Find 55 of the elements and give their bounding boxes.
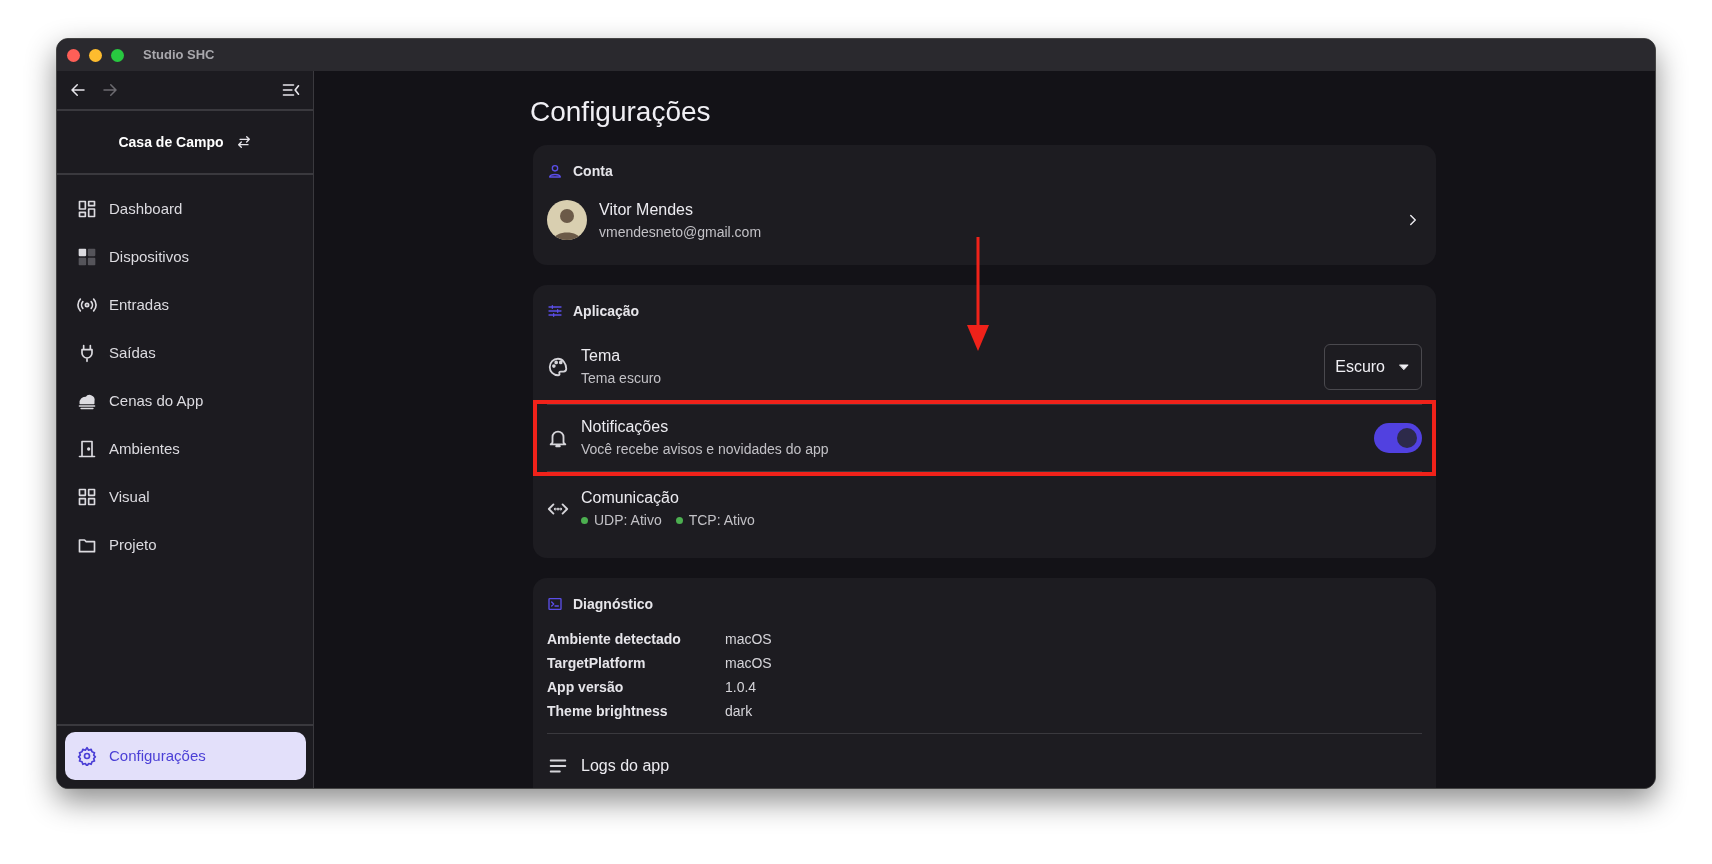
- setting-title: Tema: [581, 346, 622, 367]
- setting-title: Notificações: [581, 417, 670, 438]
- project-name: Casa de Campo: [118, 132, 224, 152]
- setting-title: Logs do app: [581, 756, 670, 777]
- section-title: Aplicação: [573, 301, 640, 321]
- sidebar-item[interactable]: Ambientes: [65, 425, 306, 473]
- setting-subtitle: Você recebe avisos e novidades do app: [581, 440, 830, 460]
- setting-title: Comunicação: [581, 488, 680, 509]
- door-icon: [77, 439, 97, 459]
- diagnostic-label: Theme brightness: [547, 701, 669, 721]
- sidebar-item[interactable]: Cenas do App: [65, 377, 306, 425]
- diagnostic-value: 1.0.4: [725, 677, 757, 697]
- notifications-toggle[interactable]: [1374, 422, 1422, 453]
- sidebar-item[interactable]: Entradas: [65, 281, 306, 329]
- theme-dropdown[interactable]: Escuro: [1324, 343, 1422, 390]
- sidebar-item[interactable]: Dispositivos: [65, 233, 306, 281]
- page-title: Configurações: [530, 95, 712, 129]
- section-title: Diagnóstico: [573, 594, 654, 614]
- avatar: [547, 200, 587, 241]
- sidebar-item[interactable]: Saídas: [65, 329, 306, 377]
- status-label: TCP: Ativo: [688, 511, 755, 531]
- person-icon: [547, 163, 563, 180]
- close-button[interactable]: [67, 48, 80, 62]
- sidebar-item[interactable]: Projeto: [65, 521, 306, 569]
- sidebar-item[interactable]: Visual: [65, 473, 306, 521]
- squares-icon: [77, 247, 97, 267]
- swap-arrows-icon: [235, 134, 252, 150]
- sidebar-item[interactable]: Dashboard: [65, 185, 306, 233]
- caret-down-icon: [1399, 361, 1409, 372]
- diagnostic-value: dark: [725, 701, 753, 721]
- status-label: UDP: Ativo: [594, 511, 662, 531]
- palette-icon: [547, 355, 569, 378]
- broadcast-icon: [77, 295, 97, 315]
- diagnostic-value: macOS: [725, 653, 772, 673]
- sidebar-item[interactable]: Configurações: [65, 732, 306, 780]
- minimize-button[interactable]: [89, 48, 102, 62]
- diagnostic-label: Ambiente detectado: [547, 629, 682, 649]
- gear-icon: [77, 746, 97, 766]
- account-email: vmendesneto@gmail.com: [599, 222, 763, 242]
- zoom-button[interactable]: [111, 48, 124, 62]
- sliders-icon: [547, 303, 563, 320]
- setting-subtitle: Tema escuro: [581, 369, 663, 389]
- switch-project-button[interactable]: [235, 134, 252, 150]
- window-title: Studio SHC: [143, 46, 215, 65]
- back-arrow-button[interactable]: [69, 81, 87, 99]
- back-arrow-icon: [69, 81, 87, 99]
- diagnostic-label: TargetPlatform: [547, 653, 647, 673]
- grid-icon: [77, 487, 97, 507]
- forward-arrow-icon: [101, 81, 119, 99]
- dashboard-icon: [77, 199, 97, 219]
- diagnostic-label: App versão: [547, 677, 625, 697]
- terminal-icon: [547, 596, 563, 613]
- account-name: Vitor Mendes: [599, 199, 694, 220]
- diagnostic-value: macOS: [725, 629, 772, 649]
- section-title: Conta: [573, 161, 613, 181]
